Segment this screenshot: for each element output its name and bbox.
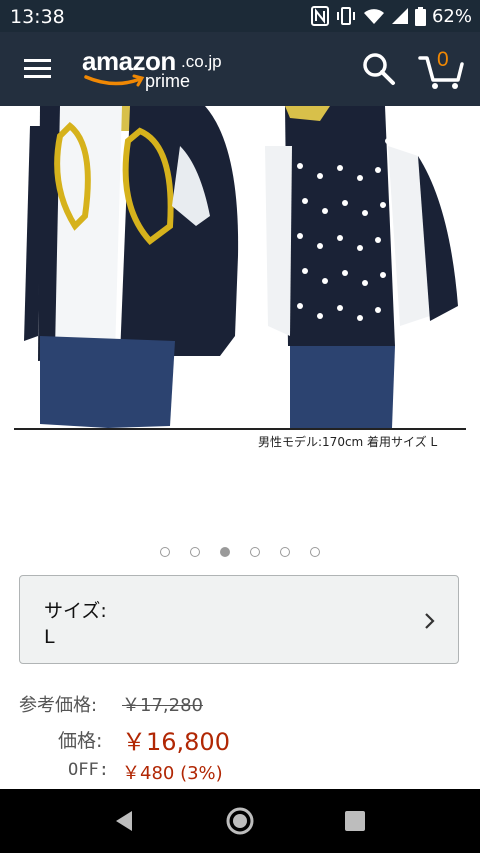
carousel-dot-4[interactable] [250, 547, 260, 557]
discount-value: ￥480 (3%) [122, 763, 223, 784]
size-value: L [44, 626, 55, 648]
battery-icon [414, 6, 426, 26]
home-icon[interactable] [225, 806, 255, 836]
status-time: 13:38 [10, 6, 65, 28]
battery-percent: 62% [431, 5, 472, 27]
carousel-dot-6[interactable] [310, 547, 320, 557]
back-icon[interactable] [112, 809, 136, 833]
vibrate-icon [336, 7, 355, 25]
price-label: 価格: [58, 730, 103, 752]
carousel-dot-1[interactable] [160, 547, 170, 557]
hamburger-menu-icon [24, 59, 51, 78]
recents-icon[interactable] [345, 811, 365, 831]
search-button[interactable] [362, 52, 396, 86]
price-value: ￥16,800 [122, 728, 230, 756]
status-icons: 62% [310, 5, 472, 27]
wifi-icon [363, 9, 384, 24]
logo-domain: .co.jp [181, 52, 222, 71]
status-bar: 13:38 62% [0, 0, 480, 32]
product-image-carousel[interactable] [0, 106, 480, 526]
cart-count: 0 [437, 48, 449, 71]
product-image [14, 106, 466, 430]
carousel-dot-5[interactable] [280, 547, 290, 557]
size-label: サイズ: [44, 600, 107, 622]
front-view-figure [24, 106, 239, 428]
amazon-prime-logo[interactable]: amazon .co.jp prime [82, 46, 222, 94]
carousel-indicators [0, 547, 480, 563]
signal-icon [391, 8, 408, 24]
app-header: amazon .co.jp prime 0 [0, 32, 480, 106]
logo-prime: prime [145, 71, 191, 91]
system-navigation-bar [0, 789, 480, 853]
carousel-dot-2[interactable] [190, 547, 200, 557]
back-view-figure [265, 106, 458, 428]
reference-price-label: 参考価格: [19, 695, 98, 716]
discount-label: OFF: [68, 760, 109, 780]
cart-button[interactable]: 0 [418, 48, 464, 90]
menu-button[interactable] [22, 56, 54, 82]
search-icon [363, 53, 395, 85]
nfc-icon [310, 6, 329, 26]
smile-arrow-icon [84, 74, 145, 87]
reference-price-value: ￥17,280 [122, 695, 203, 716]
chevron-right-icon [425, 613, 435, 629]
carousel-dot-3[interactable] [220, 547, 230, 557]
size-selector[interactable]: サイズ: L [19, 575, 459, 664]
image-caption: 男性モデル:170cm 着用サイズ L [258, 435, 438, 449]
